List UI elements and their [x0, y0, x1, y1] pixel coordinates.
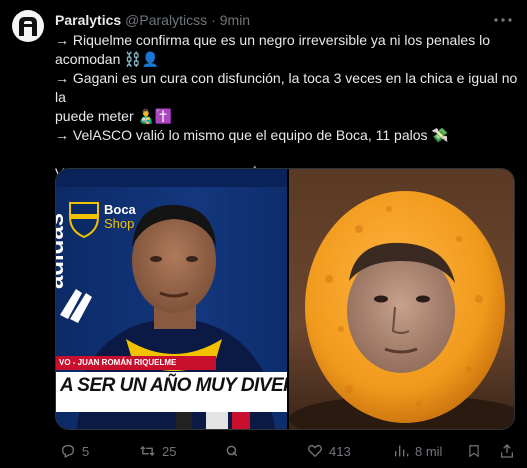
reply-button[interactable]: 5: [60, 441, 89, 461]
tweet-line: → Gagani es un cura con disfunción, la t…: [55, 70, 518, 105]
views-bar-chart-icon: [395, 445, 409, 457]
shop-logo-text: Shop: [104, 216, 135, 231]
tweet: Paralytics @Paralyticss · 9min → Riquelm…: [0, 0, 527, 468]
broadcast-caption: A SER UN AÑO MUY DIVERTIDO": [60, 375, 287, 396]
tweet-text: → Riquelme confirma que es un negro irre…: [55, 31, 520, 183]
share-button[interactable]: [499, 441, 515, 461]
boca-shop-logo: Boca Shop: [104, 203, 136, 231]
media-grid: Boca Shop adidas VO - JUAN ROMÁN RIQUELM…: [55, 168, 515, 430]
share-icon: [501, 444, 513, 458]
views-button[interactable]: 8 mil: [393, 441, 442, 461]
repost-icon: [140, 446, 155, 456]
grok-button[interactable]: [225, 441, 239, 461]
repost-button[interactable]: 25: [139, 441, 176, 461]
tweet-header: Paralytics @Paralyticss · 9min: [55, 11, 250, 29]
bookmark-icon: [469, 445, 479, 458]
media-image-press-conference[interactable]: Boca Shop adidas VO - JUAN ROMÁN RIQUELM…: [56, 169, 287, 429]
avatar[interactable]: [12, 10, 44, 42]
like-button[interactable]: 413: [307, 441, 351, 461]
tweet-line: puede meter 👨‍🍼✝️: [55, 108, 173, 124]
author-handle[interactable]: @Paralyticss: [125, 12, 207, 28]
author-name[interactable]: Paralytics: [55, 12, 121, 28]
views-count: 8 mil: [415, 443, 443, 459]
tweet-line: → Riquelme confirma que es un negro irre…: [55, 32, 490, 48]
grok-icon: [226, 445, 238, 457]
paralytics-logo-icon: [19, 17, 37, 36]
tweet-line: acomodan ⛓️👤: [55, 51, 160, 67]
media-image-croquette-face[interactable]: [288, 169, 514, 429]
heart-icon: [308, 444, 322, 458]
boca-logo-text: Boca: [104, 202, 136, 217]
repost-count: 25: [162, 443, 177, 459]
more-options-icon[interactable]: [493, 10, 513, 30]
broadcast-name-strip: VO - JUAN ROMÁN RIQUELME: [56, 356, 216, 370]
action-bar: 5 25 413 8 mil: [55, 441, 520, 461]
adidas-logo: adidas: [56, 212, 69, 289]
separator-dot: ·: [211, 12, 216, 28]
reply-count: 5: [82, 443, 90, 459]
post-time[interactable]: 9min: [220, 12, 250, 28]
like-count: 413: [329, 443, 351, 459]
tweet-line: → VelASCO valió lo mismo que el equipo d…: [55, 127, 449, 143]
bookmark-button[interactable]: [467, 441, 481, 461]
reply-icon: [61, 445, 75, 459]
